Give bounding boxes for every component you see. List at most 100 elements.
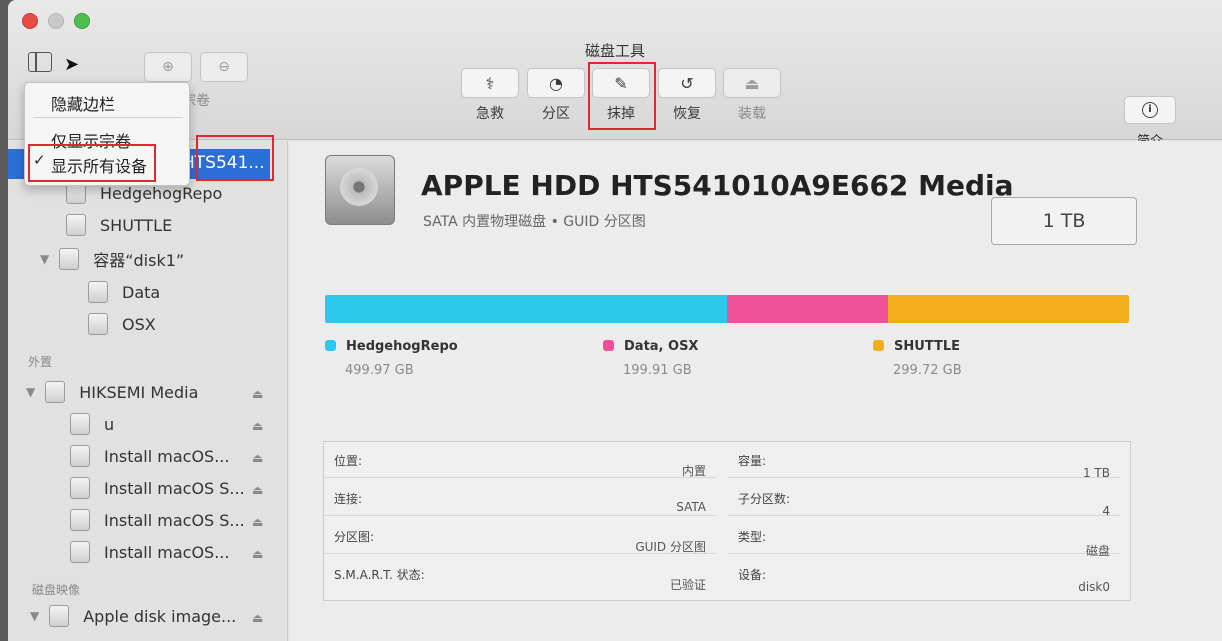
erase-button[interactable]: ✎ xyxy=(592,68,650,98)
info-value: 内置 xyxy=(681,464,706,478)
info-key: 容量: xyxy=(738,454,767,468)
restore-icon: ↺ xyxy=(680,73,694,93)
legend-size-hedgehogrepo: 499.97 GB xyxy=(345,363,414,378)
sidebar-item-label: HedgehogRepo xyxy=(100,183,223,203)
sidebar-item-osx[interactable]: OSX xyxy=(88,313,156,335)
legend-label: HedgehogRepo xyxy=(346,339,458,354)
mount-icon: ⏏ xyxy=(744,73,760,93)
usage-segment-0 xyxy=(325,295,728,323)
sidebar-item-container[interactable]: ▼ 容器“disk1” xyxy=(40,247,184,271)
info-value: disk0 xyxy=(1078,580,1110,594)
info-key: 设备: xyxy=(738,568,767,582)
pie-icon: ◔ xyxy=(549,73,563,93)
sidebar-item-label: Data xyxy=(122,282,161,302)
volume-icon xyxy=(70,541,90,563)
sidebar-item-apple-disk-image[interactable]: ▼ Apple disk image... xyxy=(30,605,236,627)
zoom-button[interactable] xyxy=(74,13,90,29)
disclosure-triangle-icon[interactable]: ▼ xyxy=(40,252,49,266)
menu-item-show-volumes-only[interactable]: 仅显示宗卷 xyxy=(51,128,131,152)
first-aid-button[interactable]: ⚕ xyxy=(461,68,519,98)
eject-icon[interactable]: ⏏ xyxy=(252,419,263,433)
info-key: 分区图: xyxy=(334,530,375,544)
sidebar-item-u[interactable]: u xyxy=(70,413,114,435)
sidebar-section-external: 外置 xyxy=(28,355,53,369)
legend-label: Data, OSX xyxy=(624,339,699,354)
sidebar-selected-label: HTS541... xyxy=(182,153,265,173)
info-key: S.M.A.R.T. 状态: xyxy=(334,568,425,582)
legend-swatch xyxy=(325,340,336,351)
restore-button[interactable]: ↺ xyxy=(658,68,716,98)
add-volume-button[interactable]: ⊕ xyxy=(144,52,192,82)
disk-image-icon xyxy=(49,605,70,627)
close-button[interactable] xyxy=(22,13,38,29)
volume-icon xyxy=(70,509,90,531)
sidebar-item-label: SHUTTLE xyxy=(100,215,173,235)
sidebar-item-install-macos-2[interactable]: Install macOS S... xyxy=(70,477,245,499)
sidebar-item-label: Install macOS S... xyxy=(104,478,245,498)
sidebar-item-data[interactable]: Data xyxy=(88,281,160,303)
legend-label: SHUTTLE xyxy=(894,339,960,354)
disclosure-triangle-icon[interactable]: ▼ xyxy=(26,385,35,399)
eject-icon[interactable]: ⏏ xyxy=(252,547,263,561)
erase-icon: ✎ xyxy=(614,73,628,93)
info-key: 类型: xyxy=(738,530,767,544)
info-row-location: 位置: 内置 xyxy=(324,442,716,478)
drive-icon xyxy=(45,381,66,403)
volume-icon xyxy=(66,214,86,236)
sidebar-toggle-icon[interactable] xyxy=(28,52,52,72)
eject-icon[interactable]: ⏏ xyxy=(252,387,263,401)
partition-button[interactable]: ◔ xyxy=(527,68,585,98)
menu-item-show-all-devices[interactable]: 显示所有设备 xyxy=(51,153,147,177)
info-row-smart: S.M.A.R.T. 状态: 已验证 xyxy=(324,556,716,592)
disclosure-triangle-icon[interactable]: ▼ xyxy=(30,609,39,623)
sidebar-item-hiksemi[interactable]: ▼ HIKSEMI Media xyxy=(26,381,198,403)
view-menu: 隐藏边栏 仅显示宗卷 ✓ 显示所有设备 xyxy=(24,82,190,186)
sidebar-item-label: OSX xyxy=(122,314,156,334)
usage-segment-1 xyxy=(727,295,888,323)
sidebar-item-install-macos-3[interactable]: Install macOS S... xyxy=(70,509,245,531)
eject-icon[interactable]: ⏏ xyxy=(252,515,263,529)
menu-item-hide-sidebar[interactable]: 隐藏边栏 xyxy=(51,91,115,115)
info-key: 位置: xyxy=(334,454,363,468)
info-key: 连接: xyxy=(334,492,363,506)
eject-icon[interactable]: ⏏ xyxy=(252,451,263,465)
sidebar-item-install-macos-4[interactable]: Install macOS... xyxy=(70,541,229,563)
minimize-button[interactable] xyxy=(48,13,64,29)
erase-label: 抹掉 xyxy=(607,106,635,122)
sidebar-section-disk-images: 磁盘映像 xyxy=(32,583,81,597)
partition-label: 分区 xyxy=(542,106,570,122)
legend-size-data-osx: 199.91 GB xyxy=(623,363,692,378)
eject-icon[interactable]: ⏏ xyxy=(252,611,263,625)
info-value: GUID 分区图 xyxy=(635,540,706,554)
eject-icon[interactable]: ⏏ xyxy=(252,483,263,497)
mouse-cursor-icon: ➤ xyxy=(64,54,80,75)
sidebar-item-label: u xyxy=(104,414,115,434)
info-row-capacity: 容量: 1 TB xyxy=(728,442,1120,480)
info-value: SATA xyxy=(676,500,706,514)
sidebar-item-label: Apple disk image... xyxy=(83,606,237,626)
add-volume-icon: ⊕ xyxy=(162,59,174,75)
restore-label: 恢复 xyxy=(673,106,701,122)
legend-data-osx: Data, OSX xyxy=(603,339,698,354)
capacity-badge: 1 TB xyxy=(991,197,1137,245)
info-row-type: 类型: 磁盘 xyxy=(728,518,1120,558)
sidebar-item-label: HIKSEMI Media xyxy=(79,382,199,402)
stethoscope-icon: ⚕ xyxy=(485,73,495,93)
info-button[interactable]: i xyxy=(1124,96,1176,124)
remove-volume-button[interactable]: ⊖ xyxy=(200,52,248,82)
sidebar-item-shuttle[interactable]: SHUTTLE xyxy=(66,214,172,236)
sidebar-item-label: Install macOS... xyxy=(104,446,230,466)
info-row-child-count: 子分区数: 4 xyxy=(728,480,1120,518)
container-icon xyxy=(59,248,80,270)
volume-icon xyxy=(70,413,90,435)
disk-info-table: 位置: 内置 连接: SATA 分区图: GUID 分区图 S.M.A.R.T.… xyxy=(323,441,1131,601)
disk-title: APPLE HDD HTS541010A9E662 Media xyxy=(421,169,1014,202)
mount-button[interactable]: ⏏ xyxy=(723,68,781,98)
hard-drive-icon xyxy=(325,155,395,225)
remove-volume-icon: ⊖ xyxy=(218,59,230,75)
sidebar-item-install-macos-1[interactable]: Install macOS... xyxy=(70,445,229,467)
disk-subtitle: SATA 内置物理磁盘 • GUID 分区图 xyxy=(423,214,646,230)
legend-size-shuttle: 299.72 GB xyxy=(893,363,962,378)
legend-swatch xyxy=(873,340,884,351)
volume-icon xyxy=(70,477,90,499)
